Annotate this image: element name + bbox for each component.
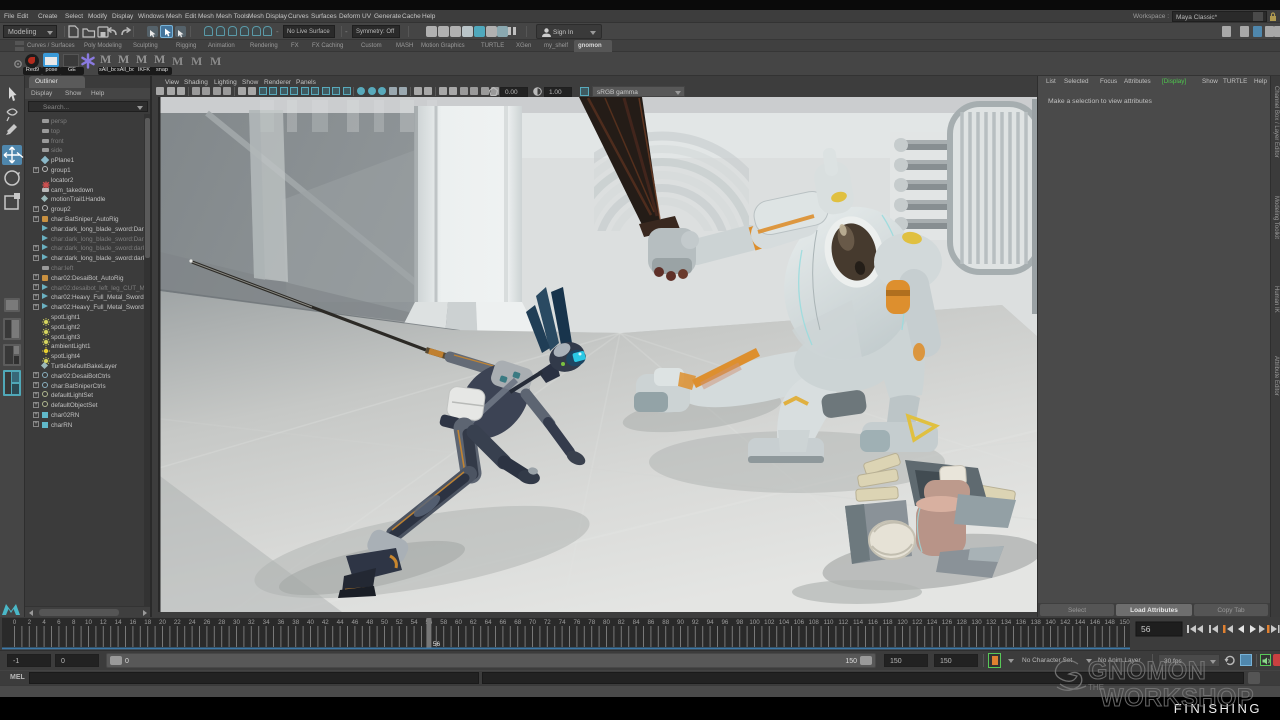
svg-text:20: 20 (159, 619, 166, 626)
svg-text:74: 74 (559, 619, 566, 626)
svg-text:14: 14 (115, 619, 122, 626)
svg-text:40: 40 (307, 619, 314, 626)
svg-text:44: 44 (337, 619, 344, 626)
svg-text:90: 90 (677, 619, 684, 626)
svg-text:144: 144 (1075, 619, 1086, 626)
svg-text:96: 96 (721, 619, 728, 626)
svg-text:78: 78 (588, 619, 595, 626)
svg-text:50: 50 (381, 619, 388, 626)
svg-text:16: 16 (129, 619, 136, 626)
svg-text:134: 134 (1001, 619, 1012, 626)
svg-text:68: 68 (514, 619, 521, 626)
svg-text:140: 140 (1045, 619, 1056, 626)
svg-text:116: 116 (868, 619, 878, 626)
svg-text:146: 146 (1090, 619, 1101, 626)
svg-text:10: 10 (85, 619, 92, 626)
svg-text:112: 112 (838, 619, 848, 626)
svg-text:8: 8 (72, 619, 76, 626)
svg-text:114: 114 (853, 619, 863, 626)
svg-text:58: 58 (440, 619, 447, 626)
svg-text:102: 102 (764, 619, 775, 626)
svg-text:104: 104 (779, 619, 790, 626)
svg-text:38: 38 (292, 619, 299, 626)
svg-text:0: 0 (13, 619, 17, 626)
svg-text:22: 22 (174, 619, 181, 626)
svg-text:24: 24 (189, 619, 196, 626)
svg-text:12: 12 (100, 619, 107, 626)
svg-text:56: 56 (1141, 624, 1151, 634)
svg-text:42: 42 (322, 619, 329, 626)
svg-text:56: 56 (433, 641, 441, 648)
svg-text:124: 124 (927, 619, 938, 626)
svg-text:36: 36 (277, 619, 284, 626)
svg-text:18: 18 (144, 619, 151, 626)
svg-text:52: 52 (396, 619, 403, 626)
svg-text:46: 46 (351, 619, 358, 626)
svg-text:70: 70 (529, 619, 536, 626)
svg-text:6: 6 (57, 619, 61, 626)
svg-text:94: 94 (707, 619, 714, 626)
svg-text:120: 120 (897, 619, 908, 626)
svg-text:128: 128 (957, 619, 968, 626)
svg-text:100: 100 (749, 619, 760, 626)
svg-text:110: 110 (824, 619, 834, 626)
svg-text:108: 108 (809, 619, 820, 626)
svg-text:142: 142 (1060, 619, 1071, 626)
svg-text:148: 148 (1105, 619, 1116, 626)
svg-text:136: 136 (1016, 619, 1027, 626)
svg-text:32: 32 (248, 619, 255, 626)
svg-text:80: 80 (603, 619, 610, 626)
svg-text:48: 48 (366, 619, 373, 626)
svg-text:66: 66 (499, 619, 506, 626)
svg-text:132: 132 (986, 619, 997, 626)
svg-text:92: 92 (692, 619, 699, 626)
svg-text:88: 88 (662, 619, 669, 626)
svg-text:30: 30 (233, 619, 240, 626)
svg-text:2: 2 (28, 619, 32, 626)
svg-text:26: 26 (203, 619, 210, 626)
svg-text:118: 118 (883, 619, 893, 626)
svg-text:126: 126 (942, 619, 953, 626)
svg-text:62: 62 (470, 619, 477, 626)
svg-text:60: 60 (455, 619, 462, 626)
svg-text:4: 4 (42, 619, 46, 626)
svg-text:76: 76 (573, 619, 580, 626)
svg-text:98: 98 (736, 619, 743, 626)
svg-text:THE: THE (1088, 683, 1104, 692)
svg-text:122: 122 (912, 619, 923, 626)
svg-text:72: 72 (544, 619, 551, 626)
svg-text:34: 34 (263, 619, 270, 626)
svg-text:82: 82 (618, 619, 625, 626)
svg-text:WORKSHOP: WORKSHOP (1100, 684, 1254, 712)
svg-text:150: 150 (1119, 619, 1130, 626)
svg-text:86: 86 (647, 619, 654, 626)
svg-text:106: 106 (794, 619, 805, 626)
svg-text:54: 54 (411, 619, 418, 626)
svg-text:GNOMON: GNOMON (1088, 657, 1206, 685)
svg-text:84: 84 (633, 619, 640, 626)
svg-text:130: 130 (971, 619, 982, 626)
svg-text:28: 28 (218, 619, 225, 626)
svg-text:64: 64 (485, 619, 492, 626)
svg-text:138: 138 (1031, 619, 1042, 626)
